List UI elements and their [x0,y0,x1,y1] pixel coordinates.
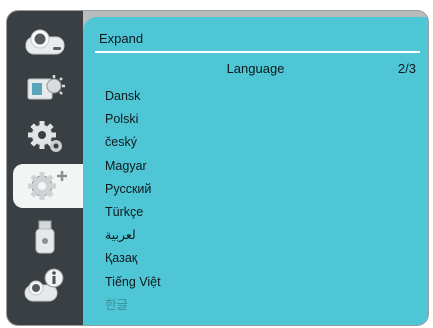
usb-icon [35,220,55,254]
language-option[interactable]: Polski [105,108,161,131]
projector-icon [25,29,65,55]
tab-expand[interactable] [13,164,83,208]
language-option[interactable]: Tiếng Việt [105,271,161,294]
language-list: Dansk Polski český Magyar Русский Türkçe… [105,85,161,317]
title-divider [95,51,420,53]
expand-settings-icon [28,171,67,200]
panel-title: Expand [99,31,144,46]
section-header: Language [226,61,285,76]
picture-adjust-icon [27,75,65,100]
tab-usb[interactable] [15,215,75,259]
projector-osd-menu: Expand Language 2/3 Dansk Polski český M… [6,10,429,326]
tab-information[interactable] [15,265,75,309]
language-option[interactable]: český [105,131,161,154]
language-option[interactable]: 한글 [105,294,161,317]
tab-settings[interactable] [15,115,75,159]
language-option[interactable]: Русский [105,178,161,201]
settings-gear-icon [28,121,62,152]
tab-picture-adjust[interactable] [15,67,75,111]
information-icon [24,268,64,302]
page-indicator: 2/3 [397,61,416,76]
tab-projector[interactable] [15,19,75,63]
language-option[interactable]: Türkçe [105,201,161,224]
language-option[interactable]: Қазақ [105,247,161,270]
language-option[interactable]: Magyar [105,155,161,178]
menu-sidebar [7,11,83,325]
language-panel: Expand Language 2/3 Dansk Polski český M… [83,17,428,325]
language-option[interactable]: Dansk [105,85,161,108]
language-option[interactable]: لعربية [105,224,161,247]
